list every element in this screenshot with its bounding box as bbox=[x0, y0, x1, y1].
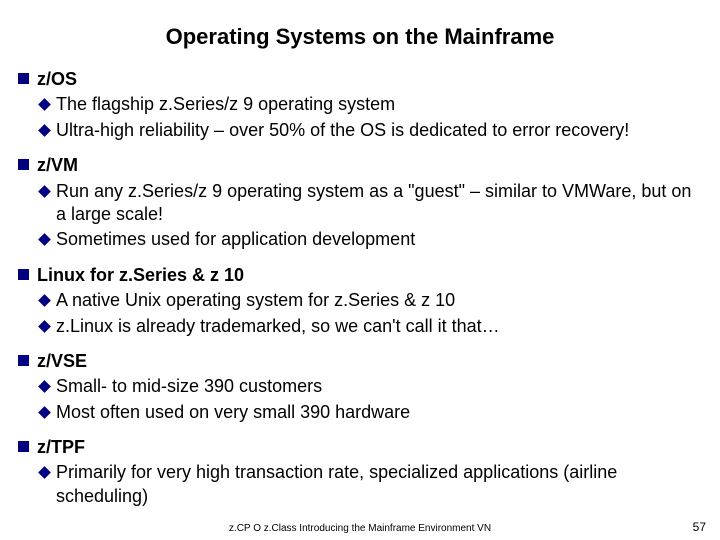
diamond-bullet-icon bbox=[38, 99, 51, 112]
list-item-row: Linux for z.Series & z 10 bbox=[18, 264, 702, 287]
sub-list-item-text: Small- to mid-size 390 customers bbox=[56, 375, 322, 398]
page-title: Operating Systems on the Mainframe bbox=[18, 24, 702, 50]
sub-list-item: Run any z.Series/z 9 operating system as… bbox=[18, 180, 702, 227]
sub-list: A native Unix operating system for z.Ser… bbox=[18, 289, 702, 338]
sub-list-item-text: A native Unix operating system for z.Ser… bbox=[56, 289, 455, 312]
list-item: z/TPFPrimarily for very high transaction… bbox=[18, 436, 702, 508]
diamond-bullet-icon bbox=[38, 185, 51, 198]
list-item: z/OSThe flagship z.Series/z 9 operating … bbox=[18, 68, 702, 142]
diamond-bullet-icon bbox=[38, 320, 51, 333]
sub-list: Primarily for very high transaction rate… bbox=[18, 461, 702, 508]
diamond-bullet-icon bbox=[38, 294, 51, 307]
sub-list-item: Most often used on very small 390 hardwa… bbox=[18, 401, 702, 424]
sub-list: The flagship z.Series/z 9 operating syst… bbox=[18, 93, 702, 142]
square-bullet-icon bbox=[18, 73, 29, 84]
square-bullet-icon bbox=[18, 441, 29, 452]
sub-list: Small- to mid-size 390 customers Most oft… bbox=[18, 375, 702, 424]
list-item-label: Linux for z.Series & z 10 bbox=[37, 264, 244, 287]
diamond-bullet-icon bbox=[38, 467, 51, 480]
sub-list-item-text: Sometimes used for application developme… bbox=[56, 228, 415, 251]
square-bullet-icon bbox=[18, 355, 29, 366]
footer-page-number: 57 bbox=[693, 520, 706, 534]
sub-list-item: z.Linux is already trademarked, so we ca… bbox=[18, 315, 702, 338]
sub-list-item-text: Ultra-high reliability – over 50% of the… bbox=[56, 119, 629, 142]
list-item: z/VSESmall- to mid-size 390 customers Mos… bbox=[18, 350, 702, 424]
list-item-row: z/VM bbox=[18, 154, 702, 177]
square-bullet-icon bbox=[18, 269, 29, 280]
sub-list-item-text: z.Linux is already trademarked, so we ca… bbox=[56, 315, 500, 338]
square-bullet-icon bbox=[18, 159, 29, 170]
sub-list-item: Small- to mid-size 390 customers bbox=[18, 375, 702, 398]
diamond-bullet-icon bbox=[38, 124, 51, 137]
list-item-row: z/TPF bbox=[18, 436, 702, 459]
sub-list-item: Ultra-high reliability – over 50% of the… bbox=[18, 119, 702, 142]
sub-list-item-text: The flagship z.Series/z 9 operating syst… bbox=[56, 93, 395, 116]
list-item: Linux for z.Series & z 10A native Unix o… bbox=[18, 264, 702, 338]
sub-list-item-text: Most often used on very small 390 hardwa… bbox=[56, 401, 410, 424]
sub-list: Run any z.Series/z 9 operating system as… bbox=[18, 180, 702, 252]
list-item: z/VM Run any z.Series/z 9 operating syste… bbox=[18, 154, 702, 252]
diamond-bullet-icon bbox=[38, 233, 51, 246]
diamond-bullet-icon bbox=[38, 380, 51, 393]
diamond-bullet-icon bbox=[38, 406, 51, 419]
sub-list-item-text: Primarily for very high transaction rate… bbox=[56, 461, 702, 508]
sub-list-item-text: Run any z.Series/z 9 operating system as… bbox=[56, 180, 702, 227]
list-item-label: z/VM bbox=[37, 154, 78, 177]
content-list: z/OSThe flagship z.Series/z 9 operating … bbox=[18, 68, 702, 508]
slide: Operating Systems on the Mainframe z/OST… bbox=[0, 0, 720, 508]
sub-list-item: Sometimes used for application developme… bbox=[18, 228, 702, 251]
sub-list-item: A native Unix operating system for z.Ser… bbox=[18, 289, 702, 312]
footer-center: z.CP O z.Class Introducing the Mainframe… bbox=[0, 523, 720, 534]
list-item-label: z/OS bbox=[37, 68, 77, 91]
list-item-label: z/VSE bbox=[37, 350, 87, 373]
sub-list-item: Primarily for very high transaction rate… bbox=[18, 461, 702, 508]
sub-list-item: The flagship z.Series/z 9 operating syst… bbox=[18, 93, 702, 116]
list-item-label: z/TPF bbox=[37, 436, 85, 459]
list-item-row: z/VSE bbox=[18, 350, 702, 373]
list-item-row: z/OS bbox=[18, 68, 702, 91]
